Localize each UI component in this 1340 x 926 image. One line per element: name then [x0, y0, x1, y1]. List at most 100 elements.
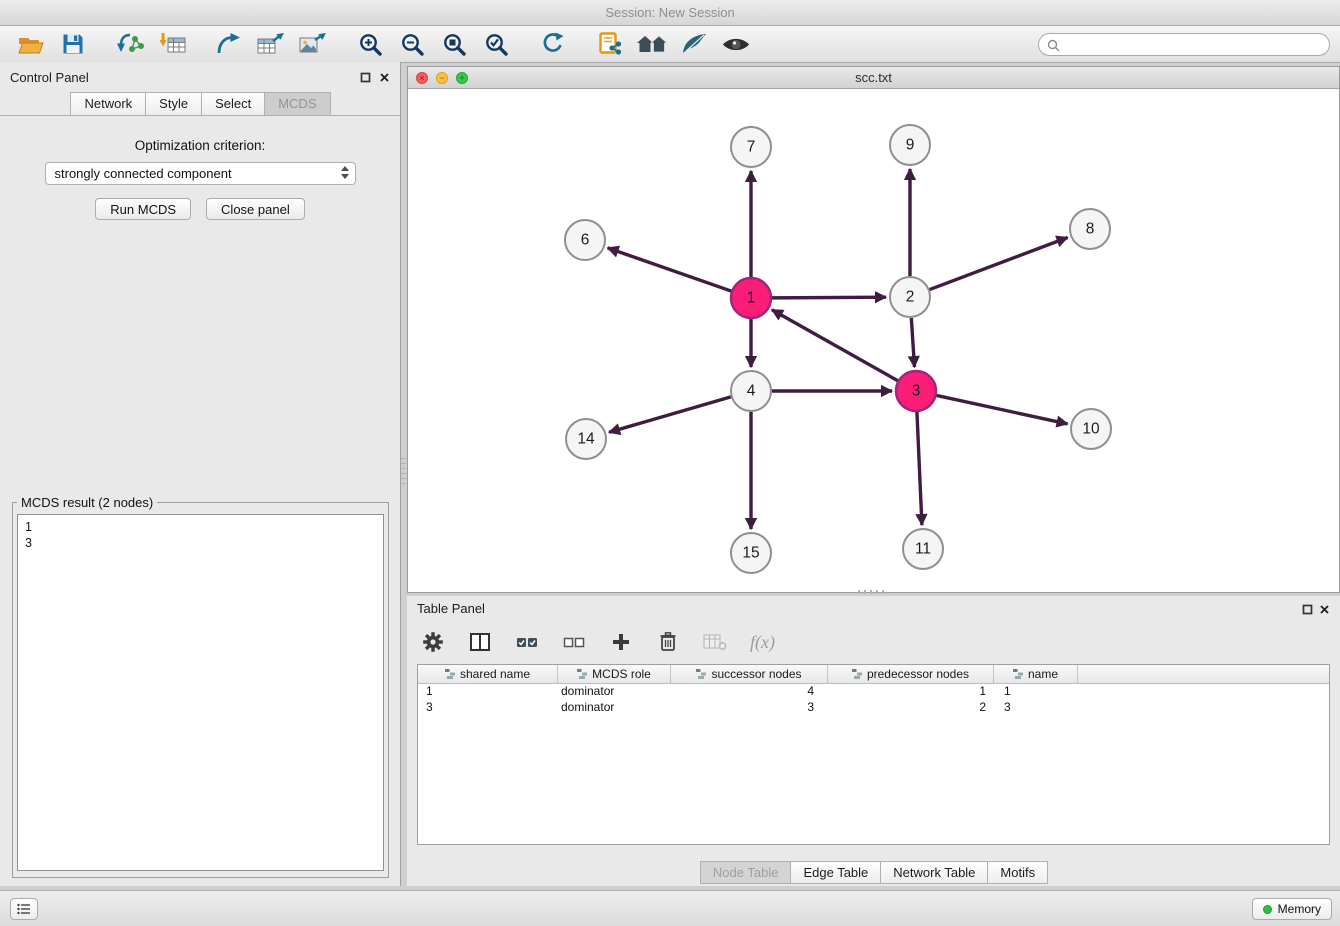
memory-button[interactable]: Memory	[1252, 898, 1332, 920]
graph-edge-2-3[interactable]	[911, 318, 914, 367]
window-titlebar[interactable]: Session: New Session	[0, 0, 1340, 26]
maximize-window-icon[interactable]: +	[456, 72, 468, 84]
function-builder-button[interactable]: f(x)	[750, 628, 775, 656]
window-title: Session: New Session	[605, 5, 734, 20]
import-network-button[interactable]	[109, 29, 151, 60]
graph-node-label: 4	[747, 383, 756, 400]
columns-icon	[470, 633, 490, 651]
select-all-button[interactable]	[515, 628, 539, 656]
close-window-icon[interactable]: ×	[416, 72, 428, 84]
horizontal-splitter[interactable]	[858, 590, 884, 594]
save-session-button[interactable]	[52, 29, 94, 60]
table-tab-motifs[interactable]: Motifs	[987, 861, 1048, 884]
control-tab-select[interactable]: Select	[201, 92, 265, 115]
node-table-body: 1dominator4113dominator323	[418, 684, 1329, 716]
search-input[interactable]	[1063, 35, 1323, 54]
export-network-icon	[216, 32, 242, 56]
zoom-in-icon	[358, 32, 383, 57]
deselect-all-button[interactable]	[562, 628, 586, 656]
show-columns-button[interactable]	[468, 628, 492, 656]
open-file-button[interactable]	[10, 29, 52, 60]
run-mcds-button[interactable]: Run MCDS	[95, 198, 191, 220]
graph-node-label: 9	[906, 137, 915, 154]
zoom-fit-button[interactable]	[433, 29, 475, 60]
zoom-fit-icon	[442, 32, 467, 57]
graph-edge-1-6[interactable]	[608, 248, 732, 291]
zoom-selected-button[interactable]	[475, 29, 517, 60]
application-window: Session: New Session	[0, 0, 1340, 926]
open-folder-icon	[18, 34, 44, 55]
export-table-button[interactable]	[250, 29, 292, 60]
apply-layout-button[interactable]	[532, 29, 574, 60]
column-tree-icon	[852, 669, 862, 679]
graph-node-label: 2	[906, 289, 915, 306]
network-window-titlebar[interactable]: × − + scc.txt	[408, 67, 1339, 89]
main-toolbar	[0, 26, 1340, 63]
table-tab-edge-table[interactable]: Edge Table	[790, 861, 881, 884]
zoom-out-button[interactable]	[391, 29, 433, 60]
close-table-panel-icon[interactable]	[1317, 602, 1331, 616]
vertical-splitter[interactable]	[401, 458, 406, 488]
graph-node-label: 1	[747, 290, 756, 307]
delete-column-button[interactable]	[656, 628, 680, 656]
column-header-name[interactable]: name	[994, 665, 1078, 683]
node-table: shared name MCDS rolesuccessor nodesprede…	[417, 664, 1330, 845]
graph-edge-4-14[interactable]	[609, 397, 731, 432]
optimization-criterion-select[interactable]: strongly connected component	[45, 162, 356, 185]
add-column-button[interactable]	[609, 628, 633, 656]
table-row[interactable]: 3dominator323	[418, 700, 1329, 716]
column-header-shared-name[interactable]: shared name	[418, 665, 558, 683]
minimize-window-icon[interactable]: −	[436, 72, 448, 84]
graph-edge-1-2[interactable]	[772, 297, 886, 298]
column-header-predecessor-nodes[interactable]: predecessor nodes	[828, 665, 994, 683]
zoom-selected-icon	[484, 32, 509, 57]
list-icon	[17, 903, 31, 915]
graph-edge-2-8[interactable]	[930, 237, 1068, 289]
first-neighbors-button[interactable]	[589, 29, 631, 60]
control-tab-network[interactable]: Network	[70, 92, 146, 115]
control-tab-style[interactable]: Style	[145, 92, 202, 115]
table-tab-node-table[interactable]: Node Table	[700, 861, 792, 884]
import-network-icon	[116, 32, 144, 56]
graph-edge-3-1[interactable]	[772, 310, 898, 381]
table-settings-button[interactable]	[421, 628, 445, 656]
close-panel-icon[interactable]	[377, 70, 391, 84]
node-table-header: shared name MCDS rolesuccessor nodesprede…	[418, 665, 1329, 684]
column-header-MCDS-role[interactable]: MCDS role	[558, 665, 671, 683]
column-tree-icon	[577, 669, 587, 679]
graph-edge-3-10[interactable]	[937, 395, 1068, 423]
graph-edge-3-11[interactable]	[917, 412, 922, 525]
network-canvas[interactable]: 7968124314101511	[408, 89, 1339, 592]
task-history-button[interactable]	[10, 898, 38, 920]
export-image-icon	[299, 32, 327, 56]
show-hide-panels-button[interactable]	[715, 29, 757, 60]
mcds-result-list[interactable]: 13	[17, 514, 384, 871]
save-icon	[62, 33, 84, 55]
delete-table-button[interactable]	[703, 628, 727, 656]
float-table-panel-icon[interactable]	[1300, 602, 1314, 616]
table-row[interactable]: 1dominator411	[418, 684, 1329, 700]
network-manager-button[interactable]	[631, 29, 673, 60]
close-panel-button[interactable]: Close panel	[206, 198, 305, 220]
homes-icon	[636, 33, 668, 55]
graph-node-label: 8	[1086, 221, 1095, 238]
column-header-successor-nodes[interactable]: successor nodes	[671, 665, 828, 683]
style-button[interactable]	[673, 29, 715, 60]
quick-search	[1038, 33, 1330, 56]
zoom-in-button[interactable]	[349, 29, 391, 60]
fx-icon: f(x)	[750, 632, 775, 653]
wing-icon	[681, 33, 707, 55]
mcds-result-line: 3	[25, 535, 376, 551]
export-network-button[interactable]	[208, 29, 250, 60]
control-tab-mcds[interactable]: MCDS	[264, 92, 330, 115]
selected-option: strongly connected component	[55, 166, 232, 181]
select-all-icon	[516, 634, 538, 650]
float-window-icon[interactable]	[358, 70, 372, 84]
export-image-button[interactable]	[292, 29, 334, 60]
column-tree-icon	[445, 669, 455, 679]
table-cell: 1	[828, 684, 994, 700]
deselect-all-icon	[563, 634, 585, 650]
column-header-label: shared name	[460, 667, 530, 681]
import-table-button[interactable]	[151, 29, 193, 60]
table-tab-network-table[interactable]: Network Table	[880, 861, 988, 884]
